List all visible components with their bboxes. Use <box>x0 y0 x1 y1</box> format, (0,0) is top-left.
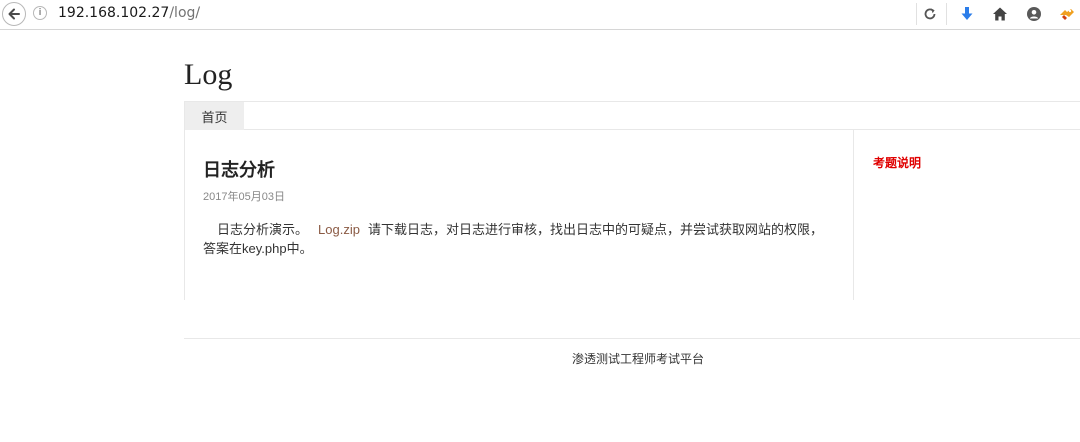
sidebar-divider <box>853 130 854 300</box>
toolbar-divider <box>946 3 947 25</box>
download-link[interactable]: Log.zip <box>318 222 360 237</box>
footer-text: 渗透测试工程师考试平台 <box>571 352 704 366</box>
footer-divider <box>184 338 1080 339</box>
browser-toolbar: i 192.168.102.27/log/ <box>0 0 1080 30</box>
back-arrow-icon <box>8 8 20 20</box>
address-bar[interactable]: 192.168.102.27/log/ <box>58 5 200 21</box>
url-host: 192.168.102.27 <box>58 5 170 21</box>
account-icon[interactable] <box>1024 4 1044 24</box>
toolbar-divider <box>916 3 917 25</box>
reload-icon[interactable] <box>920 4 940 24</box>
nav-item-home[interactable]: 首页 <box>185 102 244 130</box>
post-title[interactable]: 日志分析 <box>203 156 275 182</box>
extension-icon[interactable] <box>1057 4 1077 24</box>
home-icon[interactable] <box>990 4 1010 24</box>
site-title: Log <box>184 58 233 91</box>
site-navbar: 首页 <box>184 101 1080 130</box>
url-path: /log/ <box>169 5 201 21</box>
main-content <box>184 130 1080 300</box>
sidebar-heading: 考题说明 <box>873 156 922 170</box>
info-icon[interactable]: i <box>33 6 47 20</box>
download-icon[interactable] <box>957 4 977 24</box>
back-button[interactable] <box>2 2 26 26</box>
post-body: 日志分析演示。 Log.zip 请下载日志，对日志进行审核，找出日志中的可疑点，并尝… <box>203 220 828 258</box>
post-intro: 日志分析演示。 <box>217 222 309 237</box>
post-date: 2017年05月03日 <box>203 191 285 203</box>
